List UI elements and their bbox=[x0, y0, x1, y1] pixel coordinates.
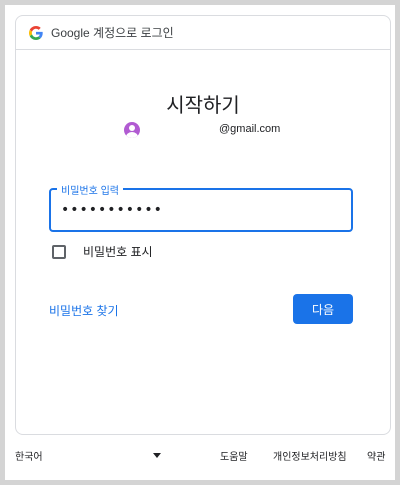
language-label: 한국어 bbox=[15, 452, 43, 463]
password-input[interactable] bbox=[61, 200, 341, 220]
browser-window: Google 계정으로 로그인 시작하기 @gmail.com 비밀번호 입력 … bbox=[5, 5, 395, 480]
signin-card: Google 계정으로 로그인 시작하기 @gmail.com 비밀번호 입력 … bbox=[15, 15, 391, 435]
google-g-icon bbox=[29, 25, 43, 40]
account-email: @gmail.com bbox=[219, 123, 281, 135]
help-link[interactable]: 도움말 bbox=[220, 448, 248, 463]
show-password-row[interactable]: 비밀번호 표시 bbox=[52, 243, 153, 260]
show-password-label[interactable]: 비밀번호 표시 bbox=[83, 243, 153, 260]
language-selector[interactable]: 한국어 bbox=[15, 448, 163, 463]
avatar bbox=[124, 122, 140, 138]
header-title: Google 계정으로 로그인 bbox=[51, 26, 174, 40]
page-title: 시작하기 bbox=[166, 93, 240, 117]
password-field-label: 비밀번호 입력 bbox=[57, 182, 123, 197]
chevron-down-icon bbox=[153, 453, 161, 458]
show-password-checkbox[interactable] bbox=[52, 244, 66, 259]
card-header: Google 계정으로 로그인 bbox=[16, 16, 390, 50]
footer: 한국어 도움말 개인정보처리방침 약관 bbox=[5, 445, 395, 465]
forgot-password-link[interactable]: 비밀번호 찾기 bbox=[49, 302, 119, 319]
password-field[interactable]: 비밀번호 입력 bbox=[49, 182, 353, 232]
terms-link[interactable]: 약관 bbox=[367, 448, 385, 463]
privacy-link[interactable]: 개인정보처리방침 bbox=[273, 448, 347, 463]
account-chip[interactable]: @gmail.com bbox=[124, 122, 280, 138]
next-button[interactable]: 다음 bbox=[293, 294, 353, 324]
